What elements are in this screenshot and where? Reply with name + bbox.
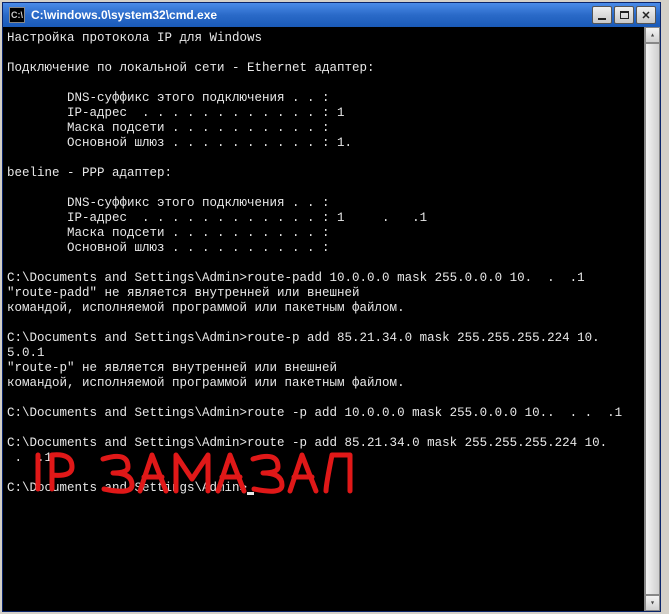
terminal-line: . .1 [7, 451, 52, 465]
scrollbar[interactable]: ▴ ▾ [644, 27, 660, 611]
terminal-output[interactable]: Настройка протокола IP для Windows Подкл… [3, 27, 644, 611]
terminal-line: Основной шлюз . . . . . . . . . . : 1. [7, 136, 352, 150]
window-buttons: ✕ [592, 6, 656, 24]
terminal-line: beeline - PPP адаптер: [7, 166, 172, 180]
terminal-line: C:\Documents and Settings\Admin>route -p… [7, 436, 607, 450]
terminal-prompt: C:\Documents and Settings\Admin> [7, 481, 247, 495]
terminal-line: "route-p" не является внутренней или вне… [7, 361, 337, 375]
terminal-line: Настройка протокола IP для Windows [7, 31, 262, 45]
cmd-icon: C:\ [9, 7, 25, 23]
terminal-line: "route-padd" не является внутренней или … [7, 286, 360, 300]
terminal-line: Маска подсети . . . . . . . . . . : [7, 121, 330, 135]
terminal-line: C:\Documents and Settings\Admin>route-p … [7, 331, 600, 345]
terminal-line: командой, исполняемой программой или пак… [7, 376, 405, 390]
window-title: C:\windows.0\system32\cmd.exe [29, 8, 592, 22]
terminal-line: командой, исполняемой программой или пак… [7, 301, 405, 315]
terminal-line: Подключение по локальной сети - Ethernet… [7, 61, 375, 75]
terminal-line: C:\Documents and Settings\Admin>route -p… [7, 406, 622, 420]
terminal-line: DNS-суффикс этого подключения . . : [7, 196, 330, 210]
terminal-area: Настройка протокола IP для Windows Подкл… [3, 27, 660, 611]
cmd-window: C:\ C:\windows.0\system32\cmd.exe ✕ Наст… [2, 2, 661, 612]
terminal-line: Основной шлюз . . . . . . . . . . : [7, 241, 330, 255]
titlebar[interactable]: C:\ C:\windows.0\system32\cmd.exe ✕ [3, 3, 660, 27]
scroll-thumb[interactable] [645, 43, 660, 595]
close-button[interactable]: ✕ [636, 6, 656, 24]
minimize-button[interactable] [592, 6, 612, 24]
terminal-line: IP-адрес . . . . . . . . . . . . : 1 . .… [7, 211, 427, 225]
terminal-line: 5.0.1 [7, 346, 45, 360]
terminal-line: DNS-суффикс этого подключения . . : [7, 91, 330, 105]
terminal-line: C:\Documents and Settings\Admin>route-pa… [7, 271, 585, 285]
maximize-button[interactable] [614, 6, 634, 24]
scroll-down-button[interactable]: ▾ [645, 595, 660, 611]
terminal-line: IP-адрес . . . . . . . . . . . . : 1 [7, 106, 345, 120]
scroll-track[interactable] [645, 43, 660, 595]
terminal-line: Маска подсети . . . . . . . . . . : [7, 226, 330, 240]
scroll-up-button[interactable]: ▴ [645, 27, 660, 43]
cursor [247, 492, 254, 495]
